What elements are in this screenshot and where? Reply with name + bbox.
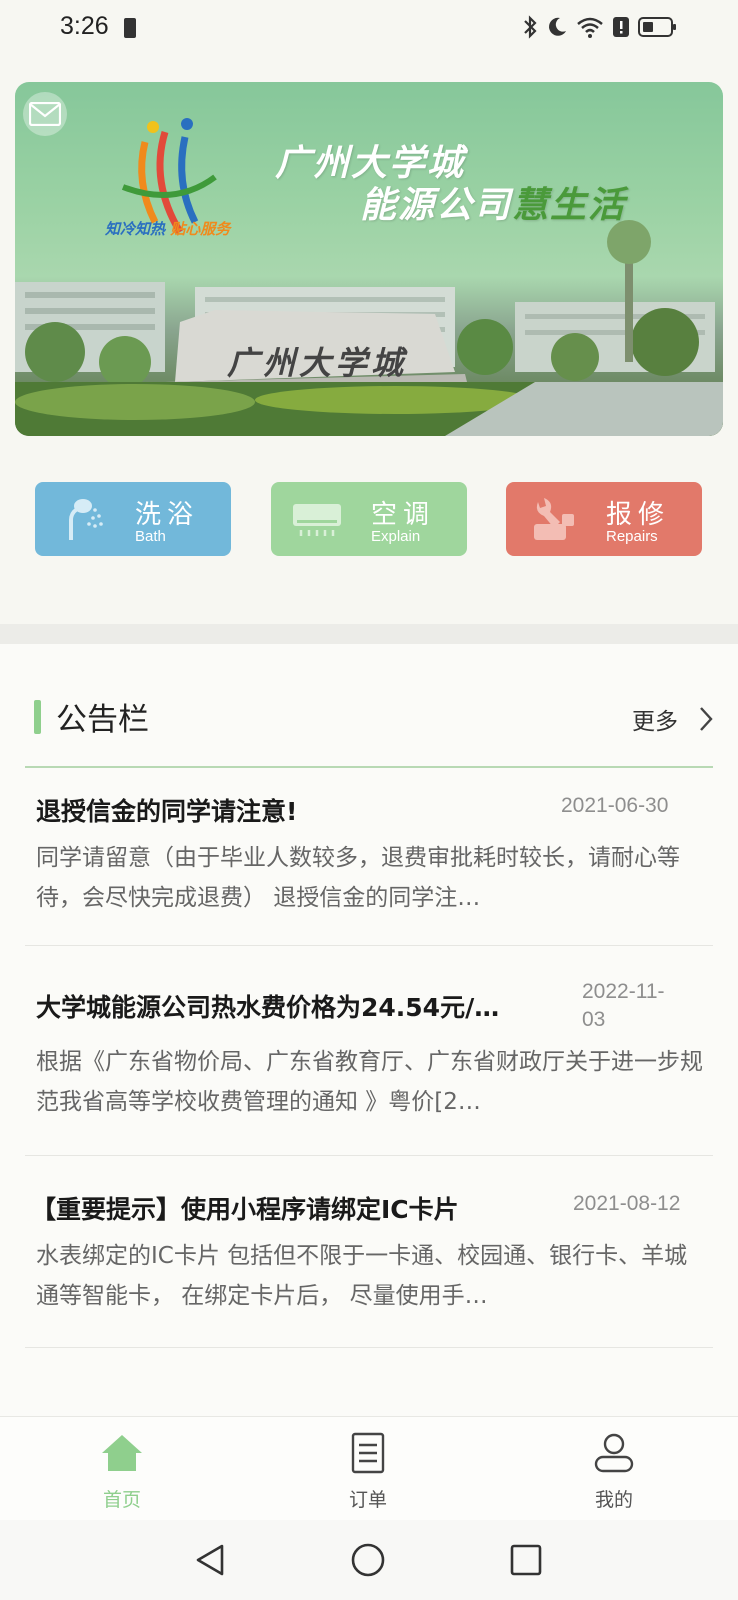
status-bar: 3:26 xyxy=(0,0,738,62)
notice-date: 2021-06-30 xyxy=(561,794,669,817)
banner-title-accent: 慧生活 xyxy=(512,185,627,226)
mail-icon xyxy=(29,102,61,126)
document-icon xyxy=(351,1432,385,1474)
banner[interactable]: 广州大学城 能源公司慧生活 知冷知热 贴心服务 广州大学城 xyxy=(15,82,723,436)
recents-icon[interactable] xyxy=(508,1542,544,1578)
air-conditioner-button[interactable]: 空调 Explain xyxy=(271,482,467,556)
tab-profile[interactable]: 我的 xyxy=(554,1417,674,1521)
notice-board-title: 公告栏 xyxy=(56,702,149,738)
notice-title: 大学城能源公司热水费价格为24.54元/… xyxy=(36,993,500,1022)
system-navigation-bar xyxy=(0,1520,738,1600)
chevron-right-icon[interactable] xyxy=(698,706,714,732)
repair-subtitle: Repairs xyxy=(606,528,658,545)
home-icon xyxy=(102,1435,142,1471)
wifi-icon xyxy=(577,17,603,38)
section-divider xyxy=(0,624,738,644)
battery-icon xyxy=(638,17,676,37)
more-link[interactable]: 更多 xyxy=(632,702,678,736)
shower-icon xyxy=(69,499,103,540)
tab-profile-label: 我的 xyxy=(594,1489,633,1511)
notice-title: 退授信金的同学请注意! xyxy=(36,797,298,826)
notice-item[interactable]: 【重要提示】使用小程序请绑定IC卡片 2021-08-12 水表绑定的IC卡片 … xyxy=(25,1156,713,1348)
screen: 3:26 广州大学城 能源公司慧生活 知冷知热 贴心服务 广州大学城 洗浴 Ba… xyxy=(0,0,738,1600)
notice-board: 公告栏 更多 退授信金的同学请注意! 2021-06-30 同学请留意（由于毕业… xyxy=(0,644,738,1416)
banner-slogan: 知冷知热 贴心服务 xyxy=(105,218,230,239)
bath-button[interactable]: 洗浴 Bath xyxy=(35,482,231,556)
notice-date-line2: 03 xyxy=(582,1008,606,1031)
repair-button[interactable]: 报修 Repairs xyxy=(506,482,702,556)
notice-title: 【重要提示】使用小程序请绑定IC卡片 xyxy=(31,1195,459,1224)
notice-item[interactable]: 退授信金的同学请注意! 2021-06-30 同学请留意（由于毕业人数较多，退费… xyxy=(25,768,713,946)
tab-orders[interactable]: 订单 xyxy=(308,1417,428,1521)
tab-home[interactable]: 首页 xyxy=(62,1417,182,1521)
bluetooth-icon xyxy=(524,15,537,39)
notice-summary: 同学请留意（由于毕业人数较多，退费审批耗时较长，请耐心等待，会尽快完成退费） 退… xyxy=(36,845,680,911)
tab-bar: 首页 订单 我的 xyxy=(0,1416,738,1520)
bath-subtitle: Bath xyxy=(135,528,166,545)
alert-icon xyxy=(613,17,629,37)
slogan-part2: 贴心服务 xyxy=(170,220,231,238)
notice-separator xyxy=(25,1347,713,1348)
notice-summary: 根据《广东省物价局、广东省教育厅、广东省财政厅关于进一步规范我省高等学校收费管理… xyxy=(36,1049,703,1115)
home-circle-icon[interactable] xyxy=(350,1542,386,1578)
status-time: 3:26 xyxy=(60,12,109,40)
bath-title: 洗浴 xyxy=(135,500,200,530)
notice-date: 2021-08-12 xyxy=(573,1192,681,1215)
banner-title-prefix: 能源公司 xyxy=(360,185,513,226)
air-conditioner-subtitle: Explain xyxy=(371,528,421,545)
repair-title: 报修 xyxy=(606,500,671,530)
notice-board-accent-bar xyxy=(34,700,41,734)
slogan-part1: 知冷知热 xyxy=(105,220,166,238)
user-icon xyxy=(594,1433,634,1473)
banner-title-line2: 能源公司慧生活 xyxy=(360,176,626,228)
back-icon[interactable] xyxy=(192,1542,228,1578)
tab-orders-label: 订单 xyxy=(348,1489,387,1511)
monument-inscription: 广州大学城 xyxy=(227,344,408,382)
moon-icon xyxy=(549,17,566,36)
tab-home-label: 首页 xyxy=(102,1489,141,1511)
wrench-icon xyxy=(534,498,574,540)
air-conditioner-icon xyxy=(293,504,341,536)
notification-icon xyxy=(124,18,136,38)
notice-date-line1: 2022-11- xyxy=(582,980,665,1003)
air-conditioner-title: 空调 xyxy=(371,500,436,530)
status-icons xyxy=(522,14,678,40)
mail-button[interactable] xyxy=(23,92,67,136)
notice-summary: 水表绑定的IC卡片 包括但不限于一卡通、校园通、银行卡、羊城通等智能卡， 在绑定… xyxy=(36,1243,688,1309)
notice-item[interactable]: 大学城能源公司热水费价格为24.54元/… 2022-11- 03 根据《广东省… xyxy=(25,946,713,1156)
